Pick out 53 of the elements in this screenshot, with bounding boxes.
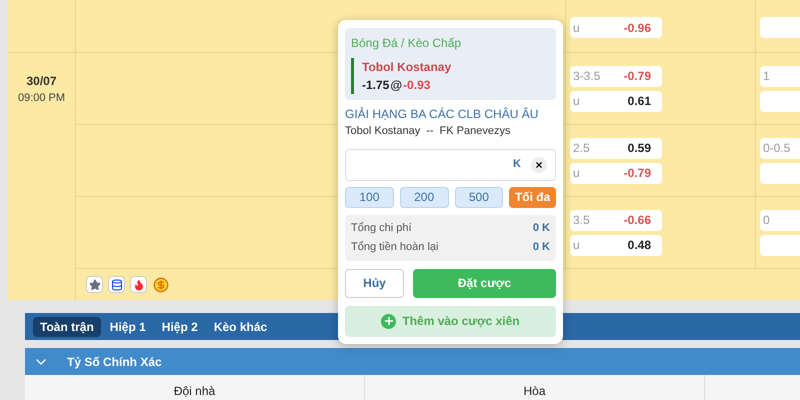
odds-cell[interactable]: u -0.79	[570, 162, 662, 184]
odds-cell[interactable]: 1	[760, 66, 800, 86]
home-team: Tobol Kostanay	[345, 124, 420, 139]
max-amount-button[interactable]: Tối đa	[509, 186, 556, 208]
match-action-button[interactable]	[86, 276, 103, 293]
odds-cell[interactable]: u 0.61	[570, 90, 662, 112]
amount-button[interactable]: 200	[400, 186, 448, 208]
team-separator: --	[426, 124, 434, 139]
stake-field[interactable]: K ×	[345, 148, 556, 180]
summary-value: 0 K	[532, 220, 550, 236]
place-bet-button[interactable]: Đặt cược	[413, 268, 556, 298]
handicap-value: -1.75	[362, 77, 390, 94]
amount-button[interactable]: 500	[454, 186, 504, 208]
odds-cell[interactable]: 3-3.5 -0.79	[570, 66, 662, 86]
odds-price: -0.93	[403, 77, 430, 94]
odds-cell[interactable]	[760, 162, 800, 184]
odds-cell[interactable]: 0	[760, 210, 800, 230]
odds-cell[interactable]	[760, 234, 800, 256]
match-time: 09:00 PM	[18, 90, 66, 106]
odds-cell[interactable]: 0-0.5	[760, 138, 800, 158]
match-action-button[interactable]	[130, 276, 147, 293]
odds-cell[interactable]: 3.5 -0.66	[570, 210, 662, 230]
database-icon	[110, 278, 122, 290]
period-tab[interactable]: Hiệp 1	[102, 316, 153, 336]
coin-icon	[152, 276, 168, 292]
period-tab[interactable]: Toàn trận	[33, 316, 101, 336]
odds-cell[interactable]: u 0.48	[570, 234, 662, 256]
period-tab[interactable]: Kèo khác	[206, 316, 274, 336]
plus-icon	[381, 314, 396, 328]
odds-cell[interactable]: 2.5 0.59	[570, 138, 662, 158]
summary-label: Tổng chi phí	[351, 220, 412, 236]
star-icon	[88, 278, 100, 290]
column-header: Hòa	[523, 383, 546, 400]
period-tab[interactable]: Hiệp 2	[154, 316, 205, 336]
section-header[interactable]: Tỷ Số Chính Xác	[25, 348, 800, 375]
odds-cell[interactable]	[760, 90, 800, 112]
amount-button[interactable]: 100	[345, 186, 394, 208]
flame-icon	[132, 278, 144, 290]
add-parlay-button[interactable]: Thêm vào cược xiên	[345, 306, 556, 336]
clear-button[interactable]: ×	[531, 156, 547, 172]
away-team: FK Panevezys	[440, 124, 510, 139]
league-name: GIẢI HẠNG BA CÁC CLB CHÂU ÂU	[345, 106, 540, 123]
cancel-button[interactable]: Hủy	[345, 268, 404, 298]
summary-value: 0 K	[532, 240, 550, 255]
summary-label: Tổng tiền hoàn lại	[351, 240, 438, 255]
match-action-button[interactable]	[108, 276, 125, 293]
selected-team: Tobol Kostanay	[362, 59, 452, 76]
bet-category: Bóng Đá / Kèo Chấp	[351, 35, 462, 52]
match-date: 30/07	[26, 72, 57, 90]
column-header: Đội nhà	[174, 383, 216, 400]
odds-cell[interactable]: u -0.96	[570, 17, 662, 38]
at-sign: @	[390, 77, 402, 94]
odds-cell[interactable]	[760, 17, 800, 38]
